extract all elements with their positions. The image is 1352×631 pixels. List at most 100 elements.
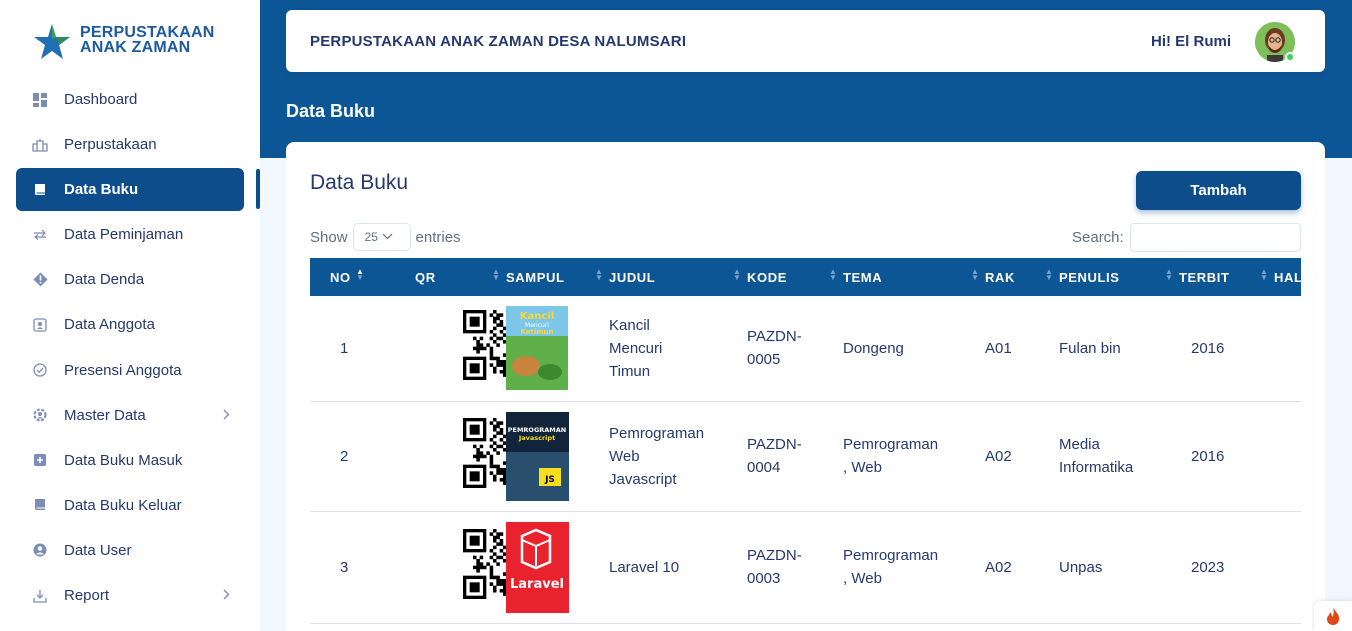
sidebar-item-master-data[interactable]: Master Data bbox=[16, 394, 244, 437]
column-label: RAK bbox=[985, 269, 1015, 285]
codeigniter-debug-toolbar[interactable] bbox=[1314, 601, 1352, 631]
column-label: PENULIS bbox=[1059, 269, 1120, 285]
user-greeting[interactable]: Hi! El Rumi bbox=[1151, 33, 1231, 50]
cell-qr bbox=[377, 511, 534, 624]
cell-qr bbox=[377, 401, 534, 512]
chevron-down-icon bbox=[382, 231, 393, 243]
column-header-terbit[interactable]: TERBIT ▲ ▼ bbox=[1179, 258, 1274, 296]
cell-line: Laravel 10 bbox=[609, 558, 680, 576]
sidebar-item-perpustakaan[interactable]: Perpustakaan bbox=[16, 123, 244, 166]
column-label: TERBIT bbox=[1179, 269, 1230, 285]
cell-terbit: 2016 bbox=[1179, 296, 1274, 402]
books-table-wrapper: NO ▲ ▼ QR ▲ ▼ SAMPUL ▲ ▼ JUDUL ▲ ▼ KODE ▲ ▼ TEMA ▲ ▼ RAK ▲ ▼… bbox=[310, 258, 1301, 628]
sidebar-item-label: Data Buku Masuk bbox=[64, 451, 183, 469]
column-label: HAL bbox=[1274, 269, 1301, 285]
sidebar-item-label: Data Buku bbox=[64, 181, 139, 199]
sidebar-item-report[interactable]: Report bbox=[16, 574, 244, 617]
sort-icon: ▲ ▼ bbox=[595, 267, 604, 282]
cell-hal bbox=[1274, 296, 1301, 402]
cell-penulis: Unpas bbox=[1059, 511, 1179, 624]
plus-box-icon bbox=[32, 452, 48, 468]
cell-line: Kancil bbox=[609, 316, 650, 334]
star-logo-icon bbox=[34, 24, 70, 59]
sidebar-item-label: Presensi Anggota bbox=[64, 361, 182, 379]
book-cover-image[interactable]: PEMROGRAMANJavascript JS bbox=[506, 411, 569, 501]
entries-length-control: Show 25 entries bbox=[310, 223, 461, 251]
sidebar-item-data-buku-masuk[interactable]: Data Buku Masuk bbox=[16, 439, 244, 482]
column-header-rak[interactable]: RAK ▲ ▼ bbox=[985, 258, 1059, 296]
column-label: NO bbox=[330, 269, 351, 285]
cell-line: PAZDN- bbox=[747, 436, 802, 453]
entries-label: entries bbox=[415, 228, 461, 246]
table-header-row: NO ▲ ▼ QR ▲ ▼ SAMPUL ▲ ▼ JUDUL ▲ ▼ KODE ▲ ▼ TEMA ▲ ▼ RAK ▲ ▼… bbox=[310, 258, 1301, 296]
search-input[interactable] bbox=[1129, 223, 1301, 252]
sort-icon: ▲ ▼ bbox=[829, 267, 838, 282]
sidebar-item-data-denda[interactable]: Data Denda bbox=[16, 258, 244, 301]
cell-line: , Web bbox=[843, 570, 882, 587]
cell-tema: Dongeng bbox=[843, 296, 985, 402]
column-header-kode[interactable]: KODE ▲ ▼ bbox=[747, 258, 843, 296]
cell-sampul: Laravel bbox=[506, 511, 609, 624]
sidebar-item-label: Data Buku Keluar bbox=[64, 496, 182, 514]
cell-rak: A02 bbox=[985, 401, 1059, 512]
brand[interactable]: PERPUSTAKAAN ANAK ZAMAN bbox=[32, 22, 215, 62]
cell-rak: A01 bbox=[985, 296, 1059, 402]
cell-terbit: 2023 bbox=[1179, 511, 1274, 624]
svg-text:PEMROGRAMAN: PEMROGRAMAN bbox=[508, 426, 567, 434]
cell-qr bbox=[377, 296, 534, 402]
sidebar-item-data-buku-keluar[interactable]: Data Buku Keluar bbox=[16, 484, 244, 527]
sidebar-item-data-user[interactable]: Data User bbox=[16, 529, 244, 572]
entries-value: 25 bbox=[364, 230, 378, 244]
svg-text:Ketimun: Ketimun bbox=[520, 328, 553, 336]
top-navbar: PERPUSTAKAAN ANAK ZAMAN DESA NALUMSARI H… bbox=[286, 10, 1325, 72]
cell-line: Pemrograman bbox=[843, 436, 939, 453]
table-row[interactable]: 1 Kancil Mencuri Ketimun Kancil Mencuri Timun P… bbox=[310, 296, 1301, 402]
cell-line: Dongeng bbox=[843, 339, 904, 357]
app-title: PERPUSTAKAAN ANAK ZAMAN DESA NALUMSARI bbox=[310, 33, 687, 50]
sidebar-item-data-peminjaman[interactable]: Data Peminjaman bbox=[16, 213, 244, 256]
table-row[interactable]: 3 Laravel Laravel 10 PAZDN- 0003 Pemrograman,… bbox=[310, 511, 1301, 624]
active-menu-marker bbox=[256, 169, 260, 209]
sidebar-item-label: Dashboard bbox=[64, 91, 138, 108]
chevron-right-icon[interactable] bbox=[223, 588, 230, 603]
sidebar-item-data-anggota[interactable]: Data Anggota bbox=[16, 303, 244, 346]
cell-kode: PAZDN- 0005 bbox=[747, 296, 843, 402]
sort-icon: ▲ ▼ bbox=[1045, 267, 1054, 282]
entries-select[interactable]: 25 bbox=[352, 223, 411, 251]
cell-hal bbox=[1274, 401, 1301, 512]
book-cover-image[interactable]: Laravel bbox=[506, 521, 569, 613]
cell-hal bbox=[1274, 511, 1301, 624]
svg-text:JS: JS bbox=[544, 475, 555, 485]
cell-kode: PAZDN- 0003 bbox=[747, 511, 843, 624]
member-card-icon bbox=[32, 317, 48, 333]
cell-tema: Pemrograman , Web bbox=[843, 511, 985, 624]
column-header-judul[interactable]: JUDUL ▲ ▼ bbox=[609, 258, 747, 296]
column-header-no[interactable]: NO ▲ ▼ bbox=[310, 258, 377, 296]
online-status-dot bbox=[1285, 52, 1295, 62]
chevron-right-icon[interactable] bbox=[223, 408, 230, 423]
column-header-penulis[interactable]: PENULIS ▲ ▼ bbox=[1059, 258, 1179, 296]
sidebar-item-presensi-anggota[interactable]: Presensi Anggota bbox=[16, 349, 244, 392]
add-button[interactable]: Tambah bbox=[1136, 171, 1301, 210]
column-label: TEMA bbox=[843, 269, 883, 285]
column-header-qr[interactable]: QR ▲ ▼ bbox=[377, 258, 506, 296]
cell-judul: Kancil Mencuri Timun bbox=[609, 296, 747, 402]
column-label: QR bbox=[415, 269, 436, 285]
gear-person-icon bbox=[32, 407, 48, 423]
sidebar: PERPUSTAKAAN ANAK ZAMAN Dashboard Perpust… bbox=[0, 0, 260, 631]
book-cover-image[interactable]: KancilMencuriKetimun bbox=[506, 306, 568, 391]
column-label: JUDUL bbox=[609, 269, 656, 285]
column-header-tema[interactable]: TEMA ▲ ▼ bbox=[843, 258, 985, 296]
column-header-sampul[interactable]: SAMPUL ▲ ▼ bbox=[506, 258, 609, 296]
column-header-hal[interactable]: HAL bbox=[1274, 258, 1301, 296]
sidebar-item-label: Data Denda bbox=[64, 271, 145, 289]
cell-line: Javascript bbox=[609, 470, 677, 488]
sidebar-item-label: Report bbox=[64, 587, 110, 605]
brand-line-2: ANAK ZAMAN bbox=[80, 39, 191, 56]
sidebar-item-data-buku[interactable]: Data Buku bbox=[16, 168, 244, 212]
diamond-alert-icon bbox=[32, 272, 48, 288]
table-row[interactable]: 2 PEMROGRAMAN Javascript JS Pemrograman Web Ja… bbox=[310, 401, 1301, 512]
cell-judul: Pemrograman Web Javascript bbox=[609, 401, 747, 512]
sidebar-item-dashboard[interactable]: Dashboard bbox=[16, 78, 244, 121]
cell-terbit: 2016 bbox=[1179, 401, 1274, 512]
